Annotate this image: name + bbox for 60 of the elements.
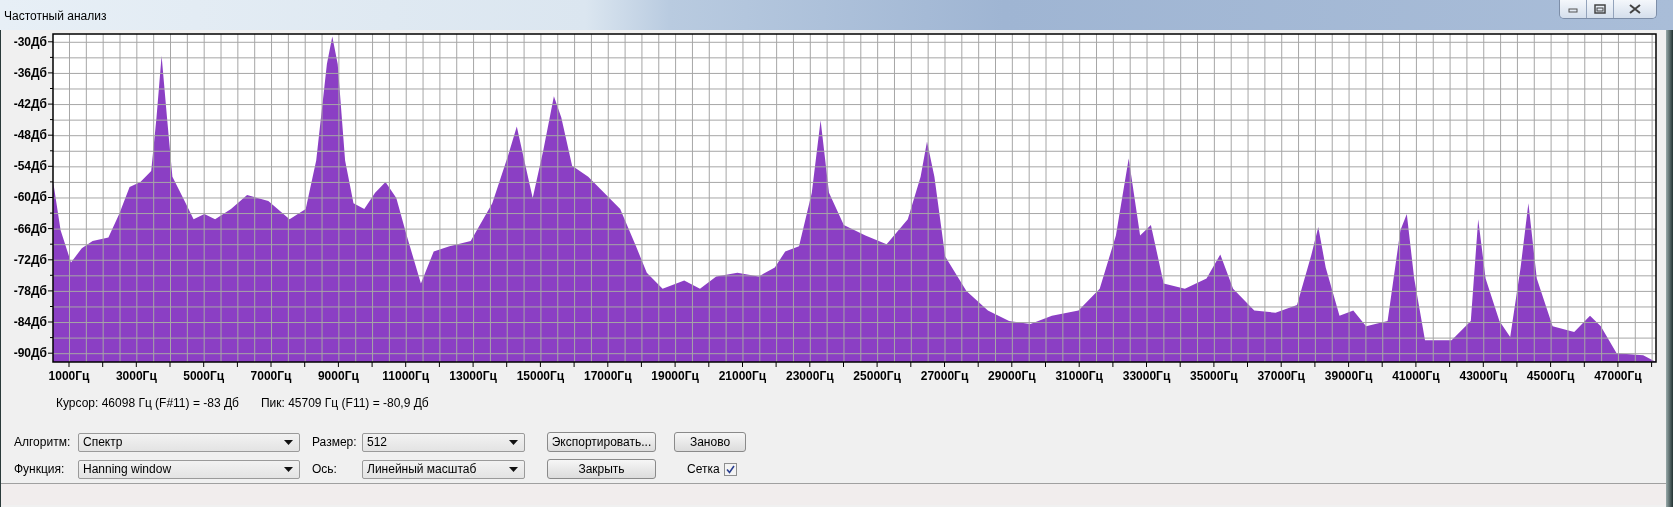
function-dropdown[interactable]: Hanning window bbox=[78, 459, 300, 479]
y-axis-label: -42Дб bbox=[13, 97, 47, 112]
x-axis-label: 17000Гц bbox=[584, 369, 632, 383]
x-axis-label: 45000Гц bbox=[1526, 369, 1575, 383]
close-button[interactable] bbox=[1613, 0, 1656, 18]
maximize-button[interactable] bbox=[1586, 0, 1613, 18]
cursor-readout: Курсор: 46098 Гц (F#11) = -83 Дб bbox=[56, 396, 239, 412]
field-label: Функция: bbox=[14, 462, 66, 476]
x-axis-label: 27000Гц bbox=[920, 369, 969, 383]
x-axis-label: 33000Гц bbox=[1122, 369, 1171, 383]
x-axis-label: 43000Гц bbox=[1459, 369, 1508, 383]
field-label: Алгоритм: bbox=[14, 435, 72, 449]
x-axis-label: 35000Гц bbox=[1190, 369, 1238, 383]
x-axis-label: 11000Гц bbox=[382, 369, 430, 383]
x-axis-label: 13000Гц bbox=[449, 369, 497, 383]
y-axis-label: -48Дб bbox=[13, 128, 47, 143]
y-axis-label: -84Дб bbox=[13, 315, 47, 330]
x-axis-label: 31000Гц bbox=[1055, 369, 1103, 383]
x-axis-label: 3000Гц bbox=[115, 369, 157, 383]
size-dropdown[interactable]: 512 bbox=[362, 432, 525, 452]
caret-icon bbox=[284, 466, 293, 472]
algorithm-dropdown[interactable]: Спектр bbox=[78, 432, 300, 452]
caret-icon bbox=[509, 466, 518, 472]
window-title: Частотный анализ bbox=[4, 9, 107, 23]
minimize-icon bbox=[1568, 5, 1578, 13]
x-axis-label: 7000Гц bbox=[250, 369, 292, 383]
x-axis-label: 5000Гц bbox=[183, 369, 225, 383]
reset-button[interactable]: Заново bbox=[674, 432, 746, 452]
y-axis-label: -72Дб bbox=[13, 252, 47, 267]
x-axis-label: 23000Гц bbox=[786, 369, 834, 383]
x-axis-label: 21000Гц bbox=[718, 369, 767, 383]
x-axis-label: 47000Гц bbox=[1594, 369, 1642, 383]
close-dialog-button[interactable]: Закрыть bbox=[547, 459, 656, 479]
export-button[interactable]: Экспортировать... bbox=[547, 432, 656, 452]
x-axis-label: 39000Гц bbox=[1324, 369, 1373, 383]
caret-icon bbox=[284, 439, 293, 445]
x-axis-label: 15000Гц bbox=[516, 369, 565, 383]
y-axis-label: -78Дб bbox=[13, 283, 47, 298]
field-label: Ось: bbox=[311, 462, 338, 476]
y-axis-label: -30Дб bbox=[13, 34, 47, 49]
x-axis-label: 9000Гц bbox=[317, 369, 359, 383]
grid-checkbox[interactable] bbox=[723, 462, 737, 476]
x-axis-label: 1000Гц bbox=[48, 369, 90, 383]
x-axis-label: 37000Гц bbox=[1257, 369, 1305, 383]
maximize-icon bbox=[1594, 4, 1606, 14]
y-axis-label: -66Дб bbox=[13, 221, 47, 236]
y-axis-label: -36Дб bbox=[13, 65, 47, 80]
x-axis-label: 19000Гц bbox=[651, 369, 699, 383]
y-axis-label: -60Дб bbox=[13, 190, 47, 205]
close-icon bbox=[1629, 4, 1641, 14]
y-axis-label: -54Дб bbox=[13, 159, 47, 174]
axis-dropdown[interactable]: Линейный масштаб bbox=[362, 459, 525, 479]
x-axis-label: 25000Гц bbox=[853, 369, 901, 383]
y-axis-label: -90Дб bbox=[13, 346, 47, 361]
caret-icon bbox=[509, 439, 518, 445]
x-axis-label: 41000Гц bbox=[1392, 369, 1440, 383]
field-label: Размер: bbox=[311, 435, 358, 449]
x-axis-label: 29000Гц bbox=[988, 369, 1036, 383]
checkbox-label: Сетка bbox=[687, 462, 720, 476]
peak-readout: Пик: 45709 Гц (F11) = -80,9 Дб bbox=[260, 396, 429, 412]
